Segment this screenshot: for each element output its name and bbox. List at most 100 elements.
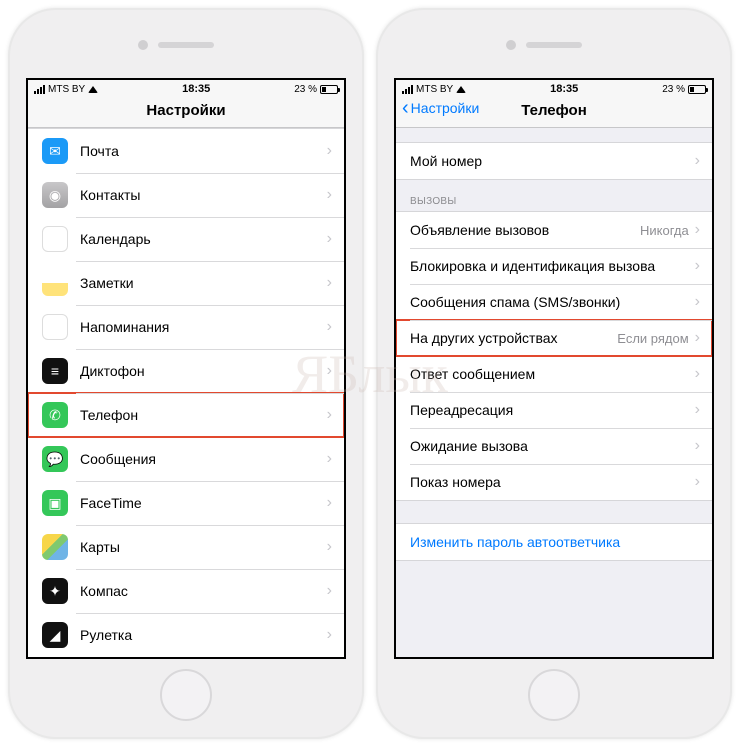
row-label: Календарь [80, 231, 327, 247]
wifi-icon [88, 86, 98, 93]
measure-icon: ◢ [42, 622, 68, 648]
chevron-right-icon: › [695, 329, 700, 347]
reminders-icon: ⋮ [42, 314, 68, 340]
settings-row-voice-memos[interactable]: ≡Диктофон› [28, 349, 344, 393]
settings-row-maps[interactable]: Карты› [28, 525, 344, 569]
row-detail: Если рядом [617, 331, 688, 346]
iphone-left: MTS BY 18:35 23 % Настройки ✉Почта›◉Конт… [8, 8, 364, 739]
row-label: Мой номер [410, 153, 695, 169]
row-label: Контакты [80, 187, 327, 203]
row-label: FaceTime [80, 495, 327, 511]
settings-row[interactable]: Сообщения спама (SMS/звонки)› [396, 284, 712, 320]
settings-row[interactable]: Объявление вызововНикогда › [396, 212, 712, 248]
settings-row[interactable]: Показ номера› [396, 464, 712, 500]
settings-row[interactable]: Ожидание вызова› [396, 428, 712, 464]
battery-percent: 23 % [294, 84, 317, 95]
settings-row[interactable]: Переадресация› [396, 392, 712, 428]
settings-row[interactable]: Мой номер› [396, 143, 712, 179]
wifi-icon [456, 86, 466, 93]
row-label: Карты [80, 539, 327, 555]
chevron-right-icon: › [327, 186, 332, 204]
chevron-right-icon: › [695, 437, 700, 455]
row-label: Телефон [80, 407, 327, 423]
row-label: Блокировка и идентификация вызова [410, 258, 695, 274]
settings-row-reminders[interactable]: ⋮Напоминания› [28, 305, 344, 349]
phone-settings-list[interactable]: Мой номер› ВЫЗОВЫ Объявление вызововНико… [396, 128, 712, 657]
calendar-icon [42, 226, 68, 252]
settings-row-mail[interactable]: ✉ Почта› [28, 129, 344, 173]
chevron-right-icon: › [327, 406, 332, 424]
screen-right: MTS BY 18:35 23 % ‹ Настройки Телефон Мо… [394, 78, 714, 659]
row-label: Рулетка [80, 627, 327, 643]
row-label: Объявление вызовов [410, 222, 640, 238]
chevron-right-icon: › [327, 142, 332, 160]
chevron-right-icon: › [327, 494, 332, 512]
row-label: Заметки [80, 275, 327, 291]
compass-icon: ✦ [42, 578, 68, 604]
chevron-right-icon: › [327, 274, 332, 292]
signal-bars-icon [34, 85, 45, 94]
row-detail: Никогда [640, 223, 689, 238]
settings-row[interactable]: На других устройствахЕсли рядом› [396, 320, 712, 356]
battery-icon [688, 85, 706, 94]
chevron-right-icon: › [695, 365, 700, 383]
chevron-right-icon: › [327, 582, 332, 600]
settings-row-measure[interactable]: ◢ Рулетка› [28, 613, 344, 657]
carrier-label: MTS BY [48, 84, 85, 95]
settings-row-phone[interactable]: ✆Телефон› [28, 393, 344, 437]
messages-icon: 💬 [42, 446, 68, 472]
facetime-icon: ▣ [42, 490, 68, 516]
back-label: Настройки [411, 100, 480, 116]
settings-row-contacts[interactable]: ◉ Контакты› [28, 173, 344, 217]
clock: 18:35 [182, 83, 210, 95]
iphone-right: MTS BY 18:35 23 % ‹ Настройки Телефон Мо… [376, 8, 732, 739]
row-label: Изменить пароль автоответчика [410, 534, 700, 550]
chevron-right-icon: › [695, 293, 700, 311]
page-title: Телефон [521, 102, 587, 119]
voice-memos-icon: ≡ [42, 358, 68, 384]
chevron-right-icon: › [695, 221, 700, 239]
chevron-right-icon: › [695, 401, 700, 419]
settings-row[interactable]: Изменить пароль автоответчика [396, 524, 712, 560]
settings-list[interactable]: ✉Почта›◉Контакты›Календарь›Заметки›⋮Напо… [28, 128, 344, 657]
chevron-right-icon: › [695, 152, 700, 170]
front-camera [506, 40, 516, 50]
row-label: Диктофон [80, 363, 327, 379]
mail-icon: ✉ [42, 138, 68, 164]
speaker-grille [158, 42, 214, 48]
settings-row-compass[interactable]: ✦ Компас› [28, 569, 344, 613]
battery-icon [320, 85, 338, 94]
row-label: Компас [80, 583, 327, 599]
contacts-icon: ◉ [42, 182, 68, 208]
settings-row[interactable]: Ответ сообщением› [396, 356, 712, 392]
row-label: Переадресация [410, 402, 695, 418]
settings-row-notes[interactable]: Заметки› [28, 261, 344, 305]
battery-percent: 23 % [662, 84, 685, 95]
settings-row-calendar[interactable]: Календарь› [28, 217, 344, 261]
row-label: Сообщения [80, 451, 327, 467]
home-button[interactable] [528, 669, 580, 721]
nav-bar: Настройки [28, 96, 344, 128]
status-bar: MTS BY 18:35 23 % [396, 80, 712, 96]
chevron-right-icon: › [695, 473, 700, 491]
notes-icon [42, 270, 68, 296]
row-label: Показ номера [410, 474, 695, 490]
nav-bar: ‹ Настройки Телефон [396, 96, 712, 128]
chevron-left-icon: ‹ [402, 101, 409, 115]
row-label: Почта [80, 143, 327, 159]
chevron-right-icon: › [327, 230, 332, 248]
clock: 18:35 [550, 83, 578, 95]
chevron-right-icon: › [327, 318, 332, 336]
group-header-calls: ВЫЗОВЫ [396, 180, 712, 211]
chevron-right-icon: › [327, 626, 332, 644]
settings-row-facetime[interactable]: ▣ FaceTime› [28, 481, 344, 525]
back-button[interactable]: ‹ Настройки [402, 100, 479, 116]
chevron-right-icon: › [327, 538, 332, 556]
home-button[interactable] [160, 669, 212, 721]
carrier-label: MTS BY [416, 84, 453, 95]
chevron-right-icon: › [695, 257, 700, 275]
page-title: Настройки [146, 102, 225, 119]
maps-icon [42, 534, 68, 560]
settings-row[interactable]: Блокировка и идентификация вызова› [396, 248, 712, 284]
settings-row-messages[interactable]: 💬Сообщения› [28, 437, 344, 481]
